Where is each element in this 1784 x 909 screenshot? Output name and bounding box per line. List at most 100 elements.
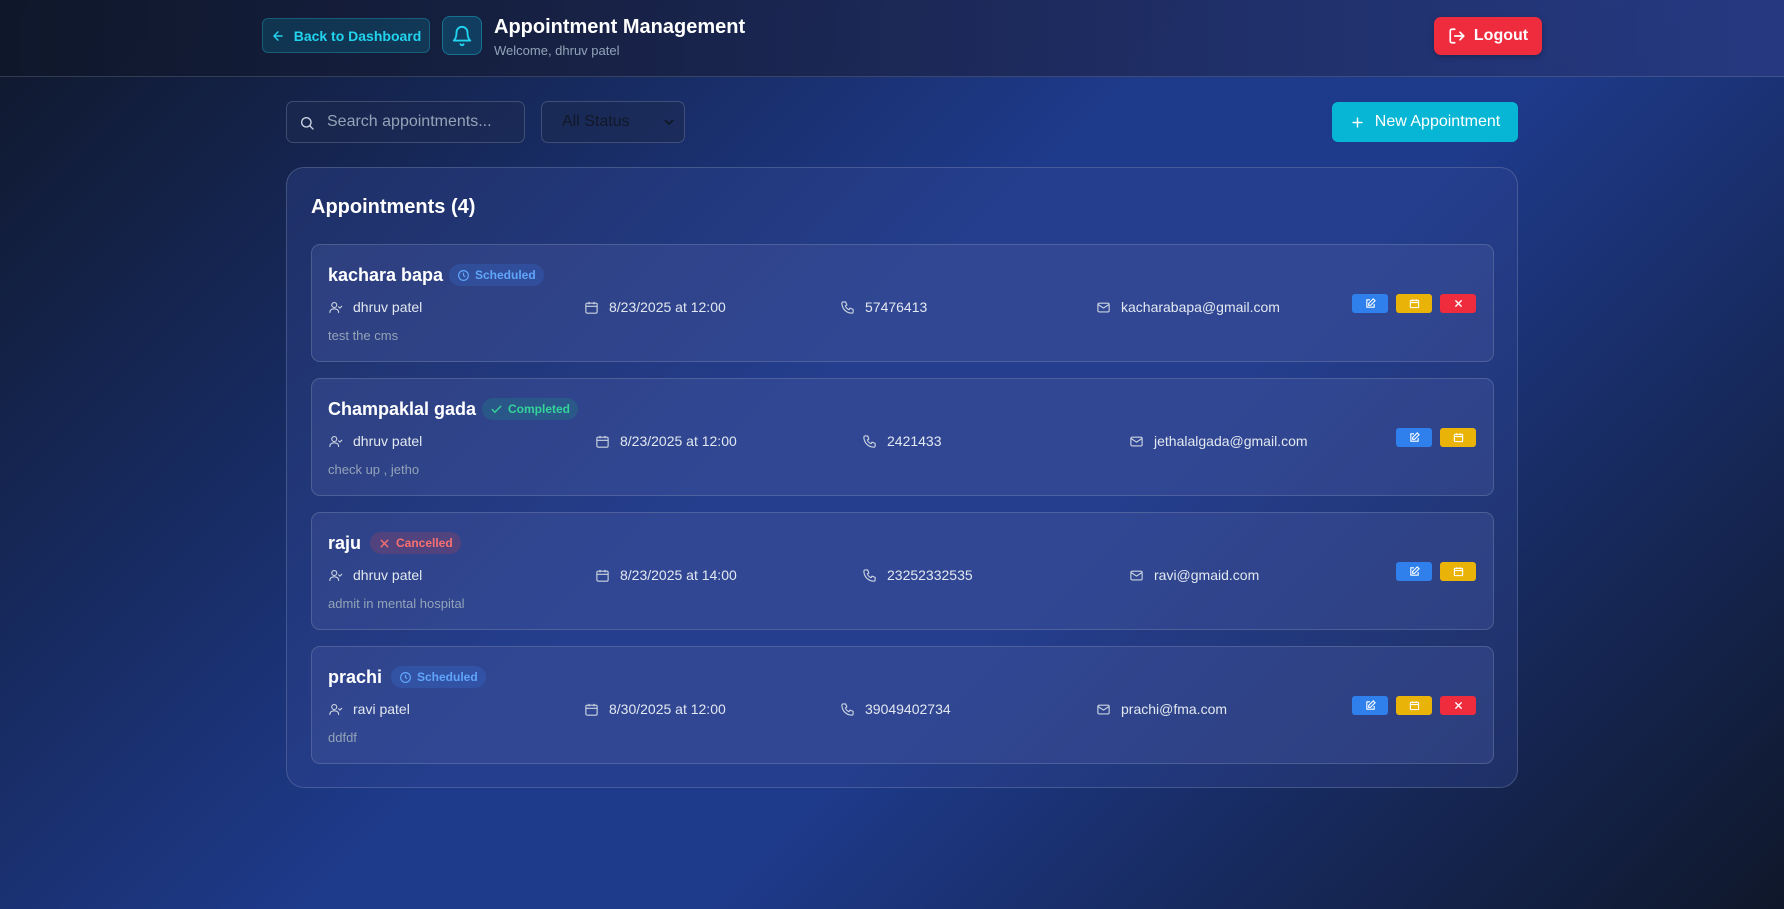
chevron-down-icon xyxy=(664,119,674,126)
doctor-info: dhruv patel xyxy=(328,299,422,315)
doctor-name: ravi patel xyxy=(353,701,410,717)
email-info: kacharabapa@gmail.com xyxy=(1096,299,1280,315)
status-badge: Completed xyxy=(482,398,579,420)
email-info: jethalalgada@gmail.com xyxy=(1129,433,1308,449)
edit-button[interactable] xyxy=(1396,428,1432,447)
appointment-card: kachara bapa Scheduled dhruv patel 8/23/… xyxy=(311,244,1494,362)
appointments-panel: Appointments (4) kachara bapa Scheduled … xyxy=(286,167,1518,788)
top-bar: Back to Dashboard Appointment Management… xyxy=(0,0,1784,77)
appointment-datetime: 8/23/2025 at 12:00 xyxy=(609,299,726,315)
phone-info: 57476413 xyxy=(840,299,927,315)
appointment-note: admit in mental hospital xyxy=(328,596,465,611)
status-badge-label: Cancelled xyxy=(396,536,453,550)
doctor-name: dhruv patel xyxy=(353,567,423,583)
phone-info: 39049402734 xyxy=(840,701,951,717)
phone-icon xyxy=(863,434,876,448)
email-address: kacharabapa@gmail.com xyxy=(1121,299,1280,315)
mail-icon xyxy=(1097,302,1110,312)
doctor-name: dhruv patel xyxy=(353,299,423,315)
user-icon xyxy=(329,703,343,715)
back-to-dashboard-label: Back to Dashboard xyxy=(293,27,422,44)
appointment-datetime: 8/30/2025 at 12:00 xyxy=(609,701,726,717)
bell-icon-box xyxy=(442,16,482,55)
user-icon xyxy=(329,569,343,581)
phone-info: 23252332535 xyxy=(862,567,973,583)
email-address: prachi@fma.com xyxy=(1121,701,1228,717)
x-icon xyxy=(1454,300,1462,307)
phone-icon xyxy=(863,568,876,582)
status-badge: Scheduled xyxy=(391,666,486,688)
status-filter-select[interactable]: All Status xyxy=(541,101,685,143)
appointment-datetime: 8/23/2025 at 14:00 xyxy=(620,567,737,583)
email-address: ravi@gmaid.com xyxy=(1154,567,1260,583)
patient-name: prachi xyxy=(328,667,383,687)
cancel-button[interactable] xyxy=(1440,696,1476,715)
appointment-note: check up , jetho xyxy=(328,462,420,477)
patient-name: Champaklal gada xyxy=(328,399,477,419)
status-filter-value: All Status xyxy=(562,113,630,130)
status-badge-label: Scheduled xyxy=(475,268,536,282)
logout-icon xyxy=(1449,28,1465,44)
reschedule-button[interactable] xyxy=(1396,696,1432,715)
status-badge-label: Scheduled xyxy=(417,670,478,684)
arrow-left-icon xyxy=(272,30,283,41)
reschedule-button[interactable] xyxy=(1396,294,1432,313)
email-info: prachi@fma.com xyxy=(1096,701,1227,717)
plus-icon xyxy=(1352,116,1363,128)
phone-number: 57476413 xyxy=(865,299,928,315)
edit-icon xyxy=(1409,566,1420,576)
status-badge-label: Completed xyxy=(508,402,571,416)
calendar-icon xyxy=(596,435,609,448)
calendar-icon xyxy=(1409,299,1419,309)
welcome-text: Welcome, dhruv patel xyxy=(494,43,620,58)
patient-name: kachara bapa xyxy=(328,265,444,285)
logout-button[interactable]: Logout xyxy=(1434,17,1542,55)
appointment-note: ddfdf xyxy=(328,730,357,745)
appointment-datetime: 8/23/2025 at 12:00 xyxy=(620,433,737,449)
email-info: ravi@gmaid.com xyxy=(1129,567,1259,583)
x-icon xyxy=(380,539,389,547)
phone-number: 39049402734 xyxy=(865,701,951,717)
edit-button[interactable] xyxy=(1396,562,1432,581)
appointment-card: Champaklal gada Completed dhruv patel 8/… xyxy=(311,378,1494,496)
doctor-info: dhruv patel xyxy=(328,567,422,583)
x-icon xyxy=(1454,702,1462,709)
search-input[interactable] xyxy=(327,102,517,142)
phone-icon xyxy=(841,300,854,314)
appointments-title: Appointments (4) xyxy=(311,196,476,218)
doctor-info: ravi patel xyxy=(328,701,410,717)
appointment-card: prachi Scheduled ravi patel 8/30/2025 at… xyxy=(311,646,1494,764)
email-address: jethalalgada@gmail.com xyxy=(1154,433,1308,449)
calendar-icon xyxy=(585,301,598,314)
calendar-icon xyxy=(596,569,609,582)
clock-icon xyxy=(400,671,411,683)
date-info: 8/23/2025 at 12:00 xyxy=(595,433,737,449)
phone-info: 2421433 xyxy=(862,433,942,449)
edit-button[interactable] xyxy=(1352,294,1388,313)
phone-number: 2421433 xyxy=(887,433,942,449)
edit-button[interactable] xyxy=(1352,696,1388,715)
cancel-button[interactable] xyxy=(1440,294,1476,313)
mail-icon xyxy=(1130,570,1143,580)
date-info: 8/23/2025 at 12:00 xyxy=(584,299,726,315)
back-to-dashboard-button[interactable]: Back to Dashboard xyxy=(262,18,430,53)
calendar-icon xyxy=(1453,433,1463,443)
mail-icon xyxy=(1130,436,1143,446)
reschedule-button[interactable] xyxy=(1440,562,1476,581)
doctor-info: dhruv patel xyxy=(328,433,422,449)
page-title: Appointment Management xyxy=(494,16,746,38)
phone-icon xyxy=(841,702,854,716)
calendar-icon xyxy=(1453,567,1463,577)
search-box xyxy=(286,101,525,143)
calendar-icon xyxy=(585,703,598,716)
new-appointment-button[interactable]: New Appointment xyxy=(1332,102,1518,142)
edit-icon xyxy=(1409,432,1420,442)
mail-icon xyxy=(1097,704,1110,714)
date-info: 8/30/2025 at 12:00 xyxy=(584,701,726,717)
search-icon xyxy=(301,117,314,130)
appointment-note: test the cms xyxy=(328,328,399,343)
doctor-name: dhruv patel xyxy=(353,433,423,449)
clock-icon xyxy=(458,269,469,281)
reschedule-button[interactable] xyxy=(1440,428,1476,447)
user-icon xyxy=(329,435,343,447)
